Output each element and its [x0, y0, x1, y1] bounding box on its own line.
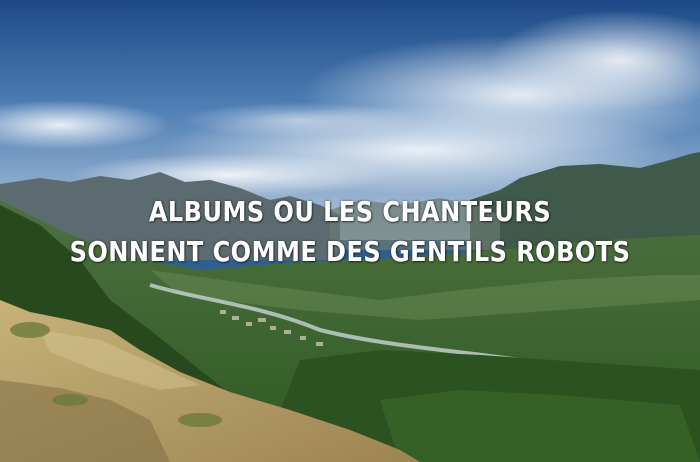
caption-line-2: SONNENT COMME DES GENTILS ROBOTS: [69, 235, 631, 268]
meme-caption: ALBUMS OU LES CHANTEURS SONNENT COMME DE…: [49, 192, 651, 272]
caption-line-1: ALBUMS OU LES CHANTEURS: [148, 195, 552, 228]
meme-image: ALBUMS OU LES CHANTEURS SONNENT COMME DE…: [0, 0, 700, 462]
